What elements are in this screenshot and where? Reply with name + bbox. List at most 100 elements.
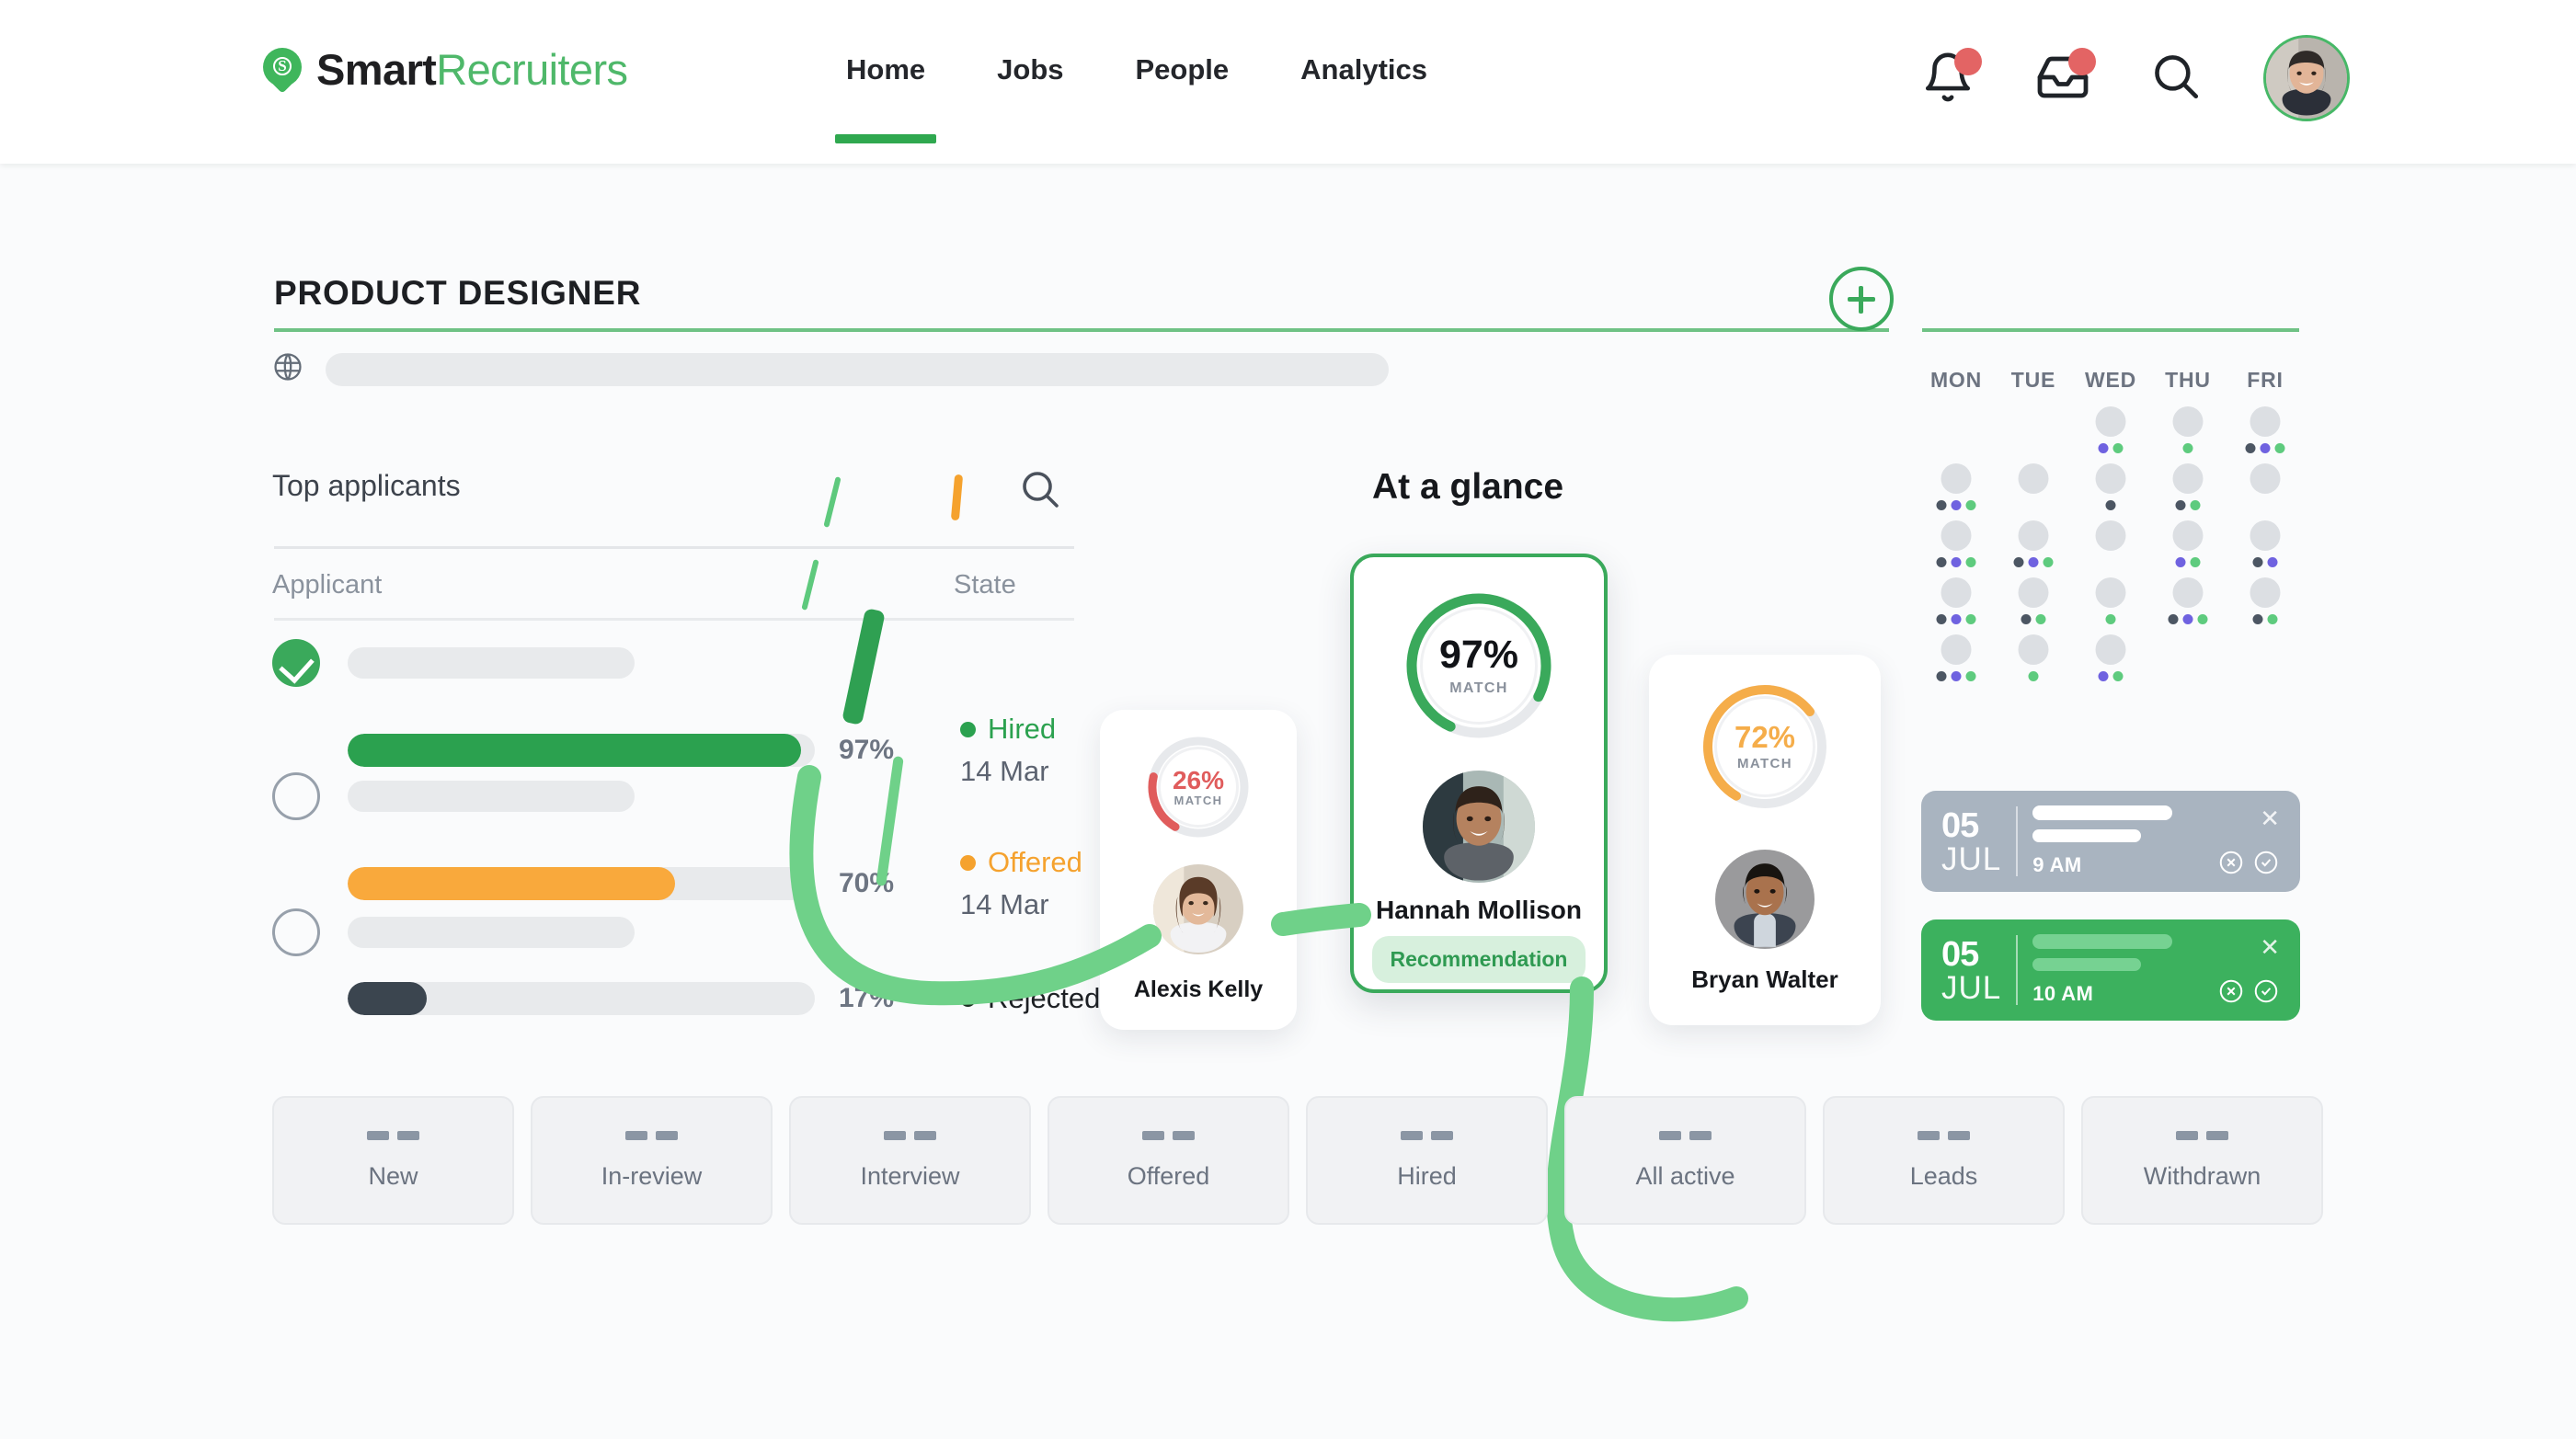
add-job-button[interactable] <box>1829 267 1894 331</box>
calendar-day-cell[interactable] <box>2227 462 2304 519</box>
calendar-day-cell[interactable] <box>2227 405 2304 462</box>
nav-item-home[interactable]: Home <box>834 53 937 143</box>
inbox-tray-icon[interactable] <box>2035 48 2096 107</box>
calendar-day-cell[interactable] <box>2149 519 2227 576</box>
calendar-day-cell[interactable] <box>1995 519 2072 576</box>
event-title-placeholder <box>2032 934 2173 949</box>
calendar-week-row <box>1918 576 2304 633</box>
stage-tile[interactable]: Hired <box>1306 1096 1548 1225</box>
applicant-score-track <box>348 867 815 900</box>
calendar-day-cell[interactable] <box>2072 462 2149 519</box>
calendar-day-cell[interactable] <box>2072 519 2149 576</box>
calendar-event-dot <box>2182 614 2193 624</box>
nav-item-jobs[interactable]: Jobs <box>997 53 1063 143</box>
calendar-day-dots <box>2252 557 2278 567</box>
candidate-card-bryan-walter[interactable]: 72% MATCH Bryan Walter <box>1649 655 1881 1025</box>
calendar-day-cell[interactable] <box>1995 633 2072 690</box>
brand-logo[interactable]: S SmartRecruiters <box>263 44 628 95</box>
calendar-day-cell[interactable] <box>2149 576 2227 633</box>
calendar-day-dots <box>1936 500 1976 510</box>
calendar-event-dot <box>1951 614 1962 624</box>
stage-tile[interactable]: New <box>272 1096 514 1225</box>
calendar-event-dot <box>2175 557 2186 567</box>
top-applicants-title: Top applicants <box>272 469 461 502</box>
calendar-event-dot <box>1936 671 1947 681</box>
applicant-name-placeholder <box>348 647 635 679</box>
applicant-row[interactable]: 97% Hired 14 Mar <box>272 639 1056 788</box>
calendar-event-card[interactable]: 05 JUL 9 AM ✕ <box>1921 791 2300 892</box>
calendar-day-cell[interactable] <box>1918 576 1995 633</box>
applicant-score-percent: 97% <box>839 735 895 765</box>
match-donut: 97% MATCH <box>1402 588 1556 743</box>
applicants-divider-top <box>274 546 1074 549</box>
calendar-day-cell[interactable] <box>2072 405 2149 462</box>
candidate-card-alexis-kelly[interactable]: 26% MATCH Alexis Kelly <box>1100 710 1297 1030</box>
stage-tile[interactable]: Offered <box>1048 1096 1289 1225</box>
candidate-card-hannah-mollison[interactable]: 97% MATCH Hannah Mollison Recommendation <box>1350 554 1608 993</box>
top-navigation-bar: S SmartRecruiters Home Jobs People Analy… <box>0 0 2576 164</box>
calendar-week-row <box>1918 462 2304 519</box>
calendar-day-dots <box>2245 443 2285 453</box>
calendar-day-marker <box>2250 577 2281 608</box>
applicant-select-checkbox[interactable] <box>272 908 320 956</box>
event-date: 05 JUL <box>1941 937 2001 1004</box>
user-avatar[interactable] <box>2263 35 2350 121</box>
stage-count-placeholder <box>1401 1130 1453 1140</box>
calendar-day-cell[interactable] <box>2227 576 2304 633</box>
calendar-day-cell <box>1918 405 1995 462</box>
applicant-row[interactable]: 70% Offered 14 Mar <box>272 772 1082 921</box>
stage-tile[interactable]: Leads <box>1823 1096 2065 1225</box>
calendar-event-dot <box>1951 500 1962 510</box>
close-icon[interactable]: ✕ <box>2260 935 2280 959</box>
calendar-day-marker <box>2172 520 2204 551</box>
brand-wordmark: SmartRecruiters <box>316 44 628 95</box>
applicants-search-icon[interactable] <box>1018 467 1062 516</box>
nav-item-analytics[interactable]: Analytics <box>1300 53 1427 143</box>
stage-tile[interactable]: Withdrawn <box>2081 1096 2323 1225</box>
calendar-day-dots <box>2013 557 2054 567</box>
calendar-day-marker <box>1941 520 1972 551</box>
nav-item-people[interactable]: People <box>1136 53 1230 143</box>
calendar-day-cell[interactable] <box>2149 405 2227 462</box>
stage-tile[interactable]: All active <box>1564 1096 1806 1225</box>
event-body: 9 AM <box>2032 805 2217 877</box>
decline-circle-icon[interactable] <box>2217 977 2245 1005</box>
stage-tile-label: Interview <box>860 1161 960 1190</box>
calendar-day-cell[interactable] <box>1918 462 1995 519</box>
event-title-placeholder <box>2032 805 2173 820</box>
calendar-day-cell[interactable] <box>2072 633 2149 690</box>
stage-tile[interactable]: Interview <box>789 1096 1031 1225</box>
calendar-event-card[interactable]: 05 JUL 10 AM ✕ <box>1921 919 2300 1021</box>
applicant-select-checkbox[interactable] <box>272 639 320 687</box>
match-donut: 26% MATCH <box>1145 734 1252 840</box>
calendar-day-cell[interactable] <box>1995 462 2072 519</box>
applicant-row[interactable]: 17% Rejected <box>272 908 1100 1015</box>
calendar-day-marker <box>2250 463 2281 494</box>
calendar-day-cell[interactable] <box>1995 576 2072 633</box>
calendar-day-cell[interactable] <box>1918 633 1995 690</box>
decline-circle-icon[interactable] <box>2217 849 2245 876</box>
calendar-grid[interactable] <box>1918 405 2304 690</box>
applicant-state: Hired <box>988 713 1057 745</box>
stage-count-placeholder <box>1659 1130 1712 1140</box>
calendar-day-marker <box>2018 463 2049 494</box>
calendar-day-cell[interactable] <box>1918 519 1995 576</box>
notifications-bell-icon[interactable] <box>1921 48 1982 107</box>
calendar-day-cell[interactable] <box>2072 576 2149 633</box>
calendar-event-dot <box>2043 557 2054 567</box>
calendar-event-dot <box>2112 671 2124 681</box>
accept-circle-icon[interactable] <box>2252 977 2280 1005</box>
accept-circle-icon[interactable] <box>2252 849 2280 876</box>
search-icon[interactable] <box>2149 50 2206 107</box>
event-actions: ✕ <box>2217 806 2280 876</box>
calendar-day-cell[interactable] <box>2227 519 2304 576</box>
calendar-event-dot <box>2274 443 2285 453</box>
applicant-name-placeholder <box>348 781 635 812</box>
stage-tile[interactable]: In-review <box>531 1096 773 1225</box>
applicant-select-checkbox[interactable] <box>272 772 320 820</box>
close-icon[interactable]: ✕ <box>2260 806 2280 830</box>
calendar-day-marker <box>2250 406 2281 437</box>
calendar-day-cell[interactable] <box>2149 462 2227 519</box>
calendar-day-dots <box>2098 671 2124 681</box>
calendar-day-dots <box>2105 614 2116 624</box>
